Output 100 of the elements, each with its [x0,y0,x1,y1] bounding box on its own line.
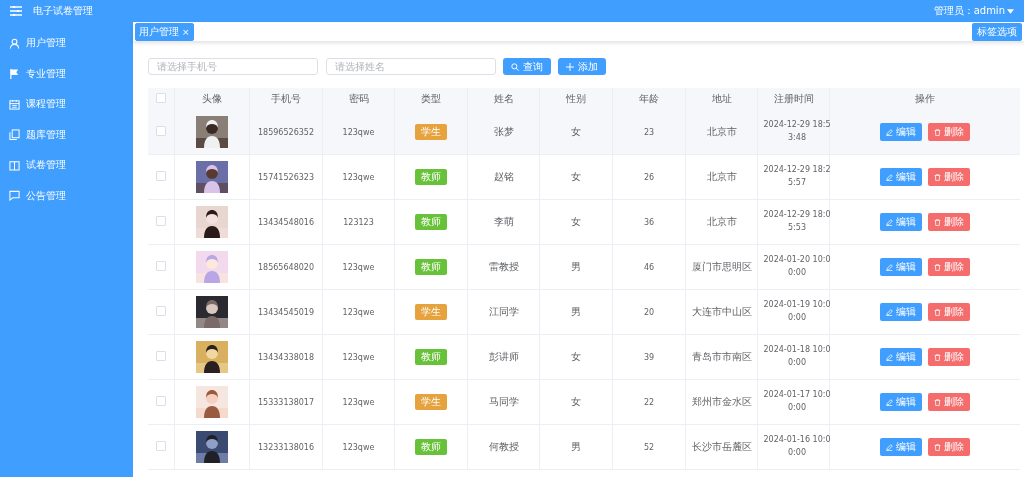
delete-button[interactable]: 删除 [928,303,970,321]
column-header: 性别 [566,93,586,104]
edit-button[interactable]: 编辑 [880,123,922,141]
table-cell: 北京市 [706,126,737,137]
table-cell: 女 [571,171,581,182]
table-cell: 青岛市市南区 [691,351,752,362]
table-cell: 男 [571,441,581,452]
pencil-icon [886,353,893,361]
column-header: 密码 [348,93,369,104]
table-cell: 13434545019 [258,307,314,317]
table-cell: 22 [643,397,655,407]
column-header: 地址 [711,93,732,104]
edit-button[interactable]: 编辑 [880,258,922,276]
table-cell: 女 [571,396,581,407]
flag-icon [9,68,20,80]
delete-button[interactable]: 删除 [928,258,970,276]
edit-button[interactable]: 编辑 [880,213,922,231]
book-icon [9,159,20,171]
table-cell: 李萌 [493,216,514,227]
checkbox[interactable] [156,171,166,181]
edit-button[interactable]: 编辑 [880,348,922,366]
delete-button[interactable]: 删除 [928,213,970,231]
trash-icon [934,218,941,226]
delete-button[interactable]: 删除 [928,348,970,366]
tab[interactable]: 用户管理 × [135,23,194,41]
table-cell: 15333138017 [258,397,314,407]
pencil-icon [886,443,893,451]
delete-button[interactable]: 删除 [928,168,970,186]
table-cell: 15741526323 [258,172,314,182]
table-cell: 彭讲师 [488,351,519,362]
table-cell: 雷教授 [488,261,519,272]
table-cell: 46 [643,262,655,272]
table-cell: 张梦 [493,126,514,137]
column-header: 年龄 [639,93,659,104]
delete-button[interactable]: 删除 [928,438,970,456]
checkbox[interactable] [156,216,166,226]
type-tag: 学生 [415,394,447,410]
edit-button[interactable]: 编辑 [880,168,922,186]
table-cell: 女 [571,216,581,227]
table-cell: 123qwe [342,172,375,182]
type-tag: 教师 [415,259,447,275]
sidebar-item[interactable]: 试卷管理 [0,150,133,181]
table-cell-text: 2024-01-20 10:00:00 [762,254,832,279]
edit-button[interactable]: 编辑 [880,438,922,456]
sidebar-item[interactable]: 用户管理 [0,28,133,59]
sidebar-item[interactable]: 专业管理 [0,58,133,89]
table-cell: 52 [643,442,655,452]
table-cell: 123qwe [342,307,375,317]
type-tag: 教师 [415,439,447,455]
user-icon [9,37,20,49]
table-cell-text: 2024-12-29 18:05:53 [762,209,832,234]
edit-button[interactable]: 编辑 [880,303,922,321]
calendar-icon [9,98,20,110]
edit-button[interactable]: 编辑 [880,393,922,411]
pencil-icon [886,218,893,226]
pencil-icon [886,398,893,406]
table-cell-text: 2024-01-18 10:00:00 [762,344,832,369]
checkbox[interactable] [156,93,166,103]
name-search-field[interactable]: 请选择姓名 [326,58,496,75]
checkbox[interactable] [156,126,166,136]
checkbox[interactable] [156,396,166,406]
user-menu[interactable]: 管理员：admin [933,4,1014,18]
chat-bubble-icon [9,190,20,202]
table-cell: 长沙市岳麓区 [691,441,752,452]
pencil-icon [886,263,893,271]
sidebar-item[interactable]: 公告管理 [0,180,133,211]
checkbox[interactable] [156,261,166,271]
checkbox[interactable] [156,441,166,451]
add-button[interactable]: 添加 [558,58,606,75]
sidebar-item[interactable]: 课程管理 [0,89,133,120]
table-cell: 女 [571,351,581,362]
sidebar-item[interactable]: 题库管理 [0,119,133,150]
delete-button[interactable]: 删除 [928,123,970,141]
trash-icon [934,443,941,451]
trash-icon [934,353,941,361]
search-button[interactable]: 查询 [503,58,551,75]
pencil-icon [886,308,893,316]
table-cell: 18565648020 [258,262,314,272]
table-cell: 厦门市思明区 [691,261,752,272]
column-header: 姓名 [493,93,514,104]
phone-search-field[interactable]: 请选择手机号 [148,58,318,75]
search-icon [511,62,519,71]
table-cell: 18596526352 [258,127,314,137]
table-cell: 赵铭 [493,171,514,182]
close-icon[interactable]: × [182,27,190,37]
table-cell: 郑州市金水区 [691,396,752,407]
table-cell: 26 [643,172,655,182]
table-cell: 123qwe [342,397,375,407]
type-tag: 学生 [415,124,447,140]
table-cell-text: 2024-12-29 18:25:57 [762,164,832,189]
menu-icon[interactable] [10,6,22,16]
checkbox[interactable] [156,306,166,316]
table-cell-text: 2024-01-17 10:00:00 [762,389,832,414]
checkbox[interactable] [156,351,166,361]
tab-options-button[interactable]: 标签选项 [972,23,1022,41]
table-cell: 36 [643,217,655,227]
table-cell: 女 [571,126,581,137]
delete-button[interactable]: 删除 [928,393,970,411]
table-cell: 123qwe [342,442,375,452]
table-cell: 23 [643,127,655,137]
